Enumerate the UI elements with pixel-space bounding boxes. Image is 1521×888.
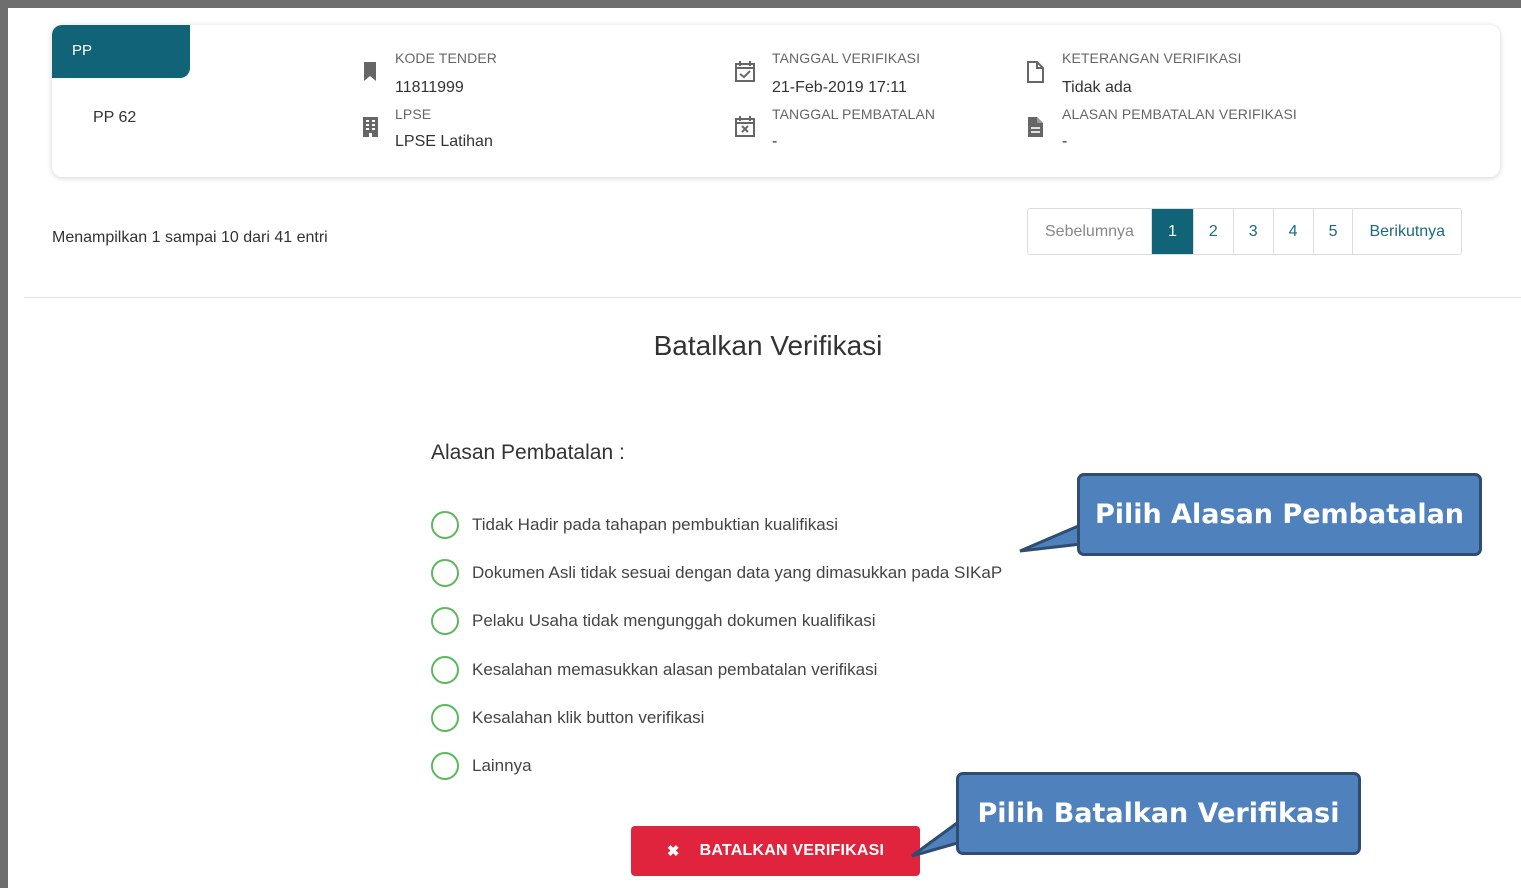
kode-tender-label: KODE TENDER <box>395 50 497 66</box>
modal-title: Batalkan Verifikasi <box>653 330 883 361</box>
pagination-next[interactable]: Berikutnya <box>1353 209 1462 254</box>
pagination: Sebelumnya 1 2 3 4 5 Berikutnya <box>1027 208 1463 255</box>
calendar-check-icon <box>735 61 755 82</box>
calendar-times-icon <box>735 116 755 137</box>
alasan-value: - <box>1062 133 1068 150</box>
callout-pilih-alasan: Pilih Alasan Pembatalan <box>1077 473 1482 556</box>
alasan-label: ALASAN PEMBATALAN VERIFIKASI <box>1062 106 1297 122</box>
lpse-label: LPSE <box>395 106 432 122</box>
building-icon <box>363 117 378 137</box>
divider <box>24 297 1521 298</box>
tanggal-verifikasi-label: TANGGAL VERIFIKASI <box>772 50 921 66</box>
tanggal-pembatalan-label: TANGGAL PEMBATALAN <box>772 106 936 122</box>
table-info: Menampilkan 1 sampai 10 dari 41 entri <box>52 229 328 246</box>
file-outline-icon <box>1027 61 1044 83</box>
keterangan-value: Tidak ada <box>1062 79 1132 96</box>
reason-option-4[interactable]: Kesalahan memasukkan alasan pembatalan v… <box>431 656 877 684</box>
callout-pilih-batalkan: Pilih Batalkan Verifikasi <box>956 772 1361 855</box>
reason-option-label: Lainnya <box>472 756 532 775</box>
pagination-page-2[interactable]: 2 <box>1193 209 1234 254</box>
reason-option-label: Tidak Hadir pada tahapan pembuktian kual… <box>472 515 839 534</box>
reason-option-label: Pelaku Usaha tidak mengunggah dokumen ku… <box>472 611 876 630</box>
keterangan-label: KETERANGAN VERIFIKASI <box>1062 50 1242 66</box>
radio-button[interactable] <box>431 752 459 780</box>
radio-button[interactable] <box>431 656 459 684</box>
reason-option-1[interactable]: Tidak Hadir pada tahapan pembuktian kual… <box>431 511 838 539</box>
reason-option-2[interactable]: Dokumen Asli tidak sesuai dengan data ya… <box>431 559 1002 587</box>
reason-option-5[interactable]: Kesalahan klik button verifikasi <box>431 704 704 732</box>
pagination-prev[interactable]: Sebelumnya <box>1028 209 1152 254</box>
reason-option-label: Kesalahan klik button verifikasi <box>472 708 705 727</box>
lpse-value: LPSE Latihan <box>395 133 493 150</box>
callout-pilih-batalkan-text: Pilih Batalkan Verifikasi <box>977 798 1340 829</box>
reason-option-3[interactable]: Pelaku Usaha tidak mengunggah dokumen ku… <box>431 607 876 635</box>
reason-option-label: Dokumen Asli tidak sesuai dengan data ya… <box>472 563 1003 582</box>
pagination-page-1[interactable]: 1 <box>1151 209 1194 254</box>
radio-button[interactable] <box>431 704 459 732</box>
file-text-icon <box>1028 117 1043 137</box>
close-icon: ✖ <box>666 843 680 860</box>
cancel-verification-label: BATALKAN VERIFIKASI <box>699 842 885 859</box>
reason-option-label: Kesalahan memasukkan alasan pembatalan v… <box>472 660 878 679</box>
callout-pilih-alasan-text: Pilih Alasan Pembatalan <box>1094 499 1465 530</box>
pagination-page-3[interactable]: 3 <box>1233 209 1274 254</box>
radio-button[interactable] <box>431 559 459 587</box>
pagination-page-4[interactable]: 4 <box>1273 209 1314 254</box>
verification-card: PP PP 62 KODE TENDER 11811999 LPSE LPSE … <box>52 25 1500 177</box>
reason-option-6[interactable]: Lainnya <box>431 752 532 780</box>
kode-tender-value: 11811999 <box>395 79 464 96</box>
reason-heading: Alasan Pembatalan : <box>431 441 625 464</box>
pp-tab[interactable]: PP <box>52 25 190 78</box>
pp-value: PP 62 <box>93 109 137 126</box>
radio-button[interactable] <box>431 607 459 635</box>
screenshot-frame: PP PP 62 KODE TENDER 11811999 LPSE LPSE … <box>0 0 1521 888</box>
cancel-verification-button[interactable]: ✖ BATALKAN VERIFIKASI <box>631 826 920 876</box>
tanggal-pembatalan-value: - <box>772 133 778 150</box>
pagination-page-5[interactable]: 5 <box>1313 209 1354 254</box>
bookmark-icon <box>364 62 376 81</box>
tanggal-verifikasi-value: 21-Feb-2019 17:11 <box>772 79 907 96</box>
page: PP PP 62 KODE TENDER 11811999 LPSE LPSE … <box>8 8 1521 888</box>
radio-button[interactable] <box>431 511 459 539</box>
